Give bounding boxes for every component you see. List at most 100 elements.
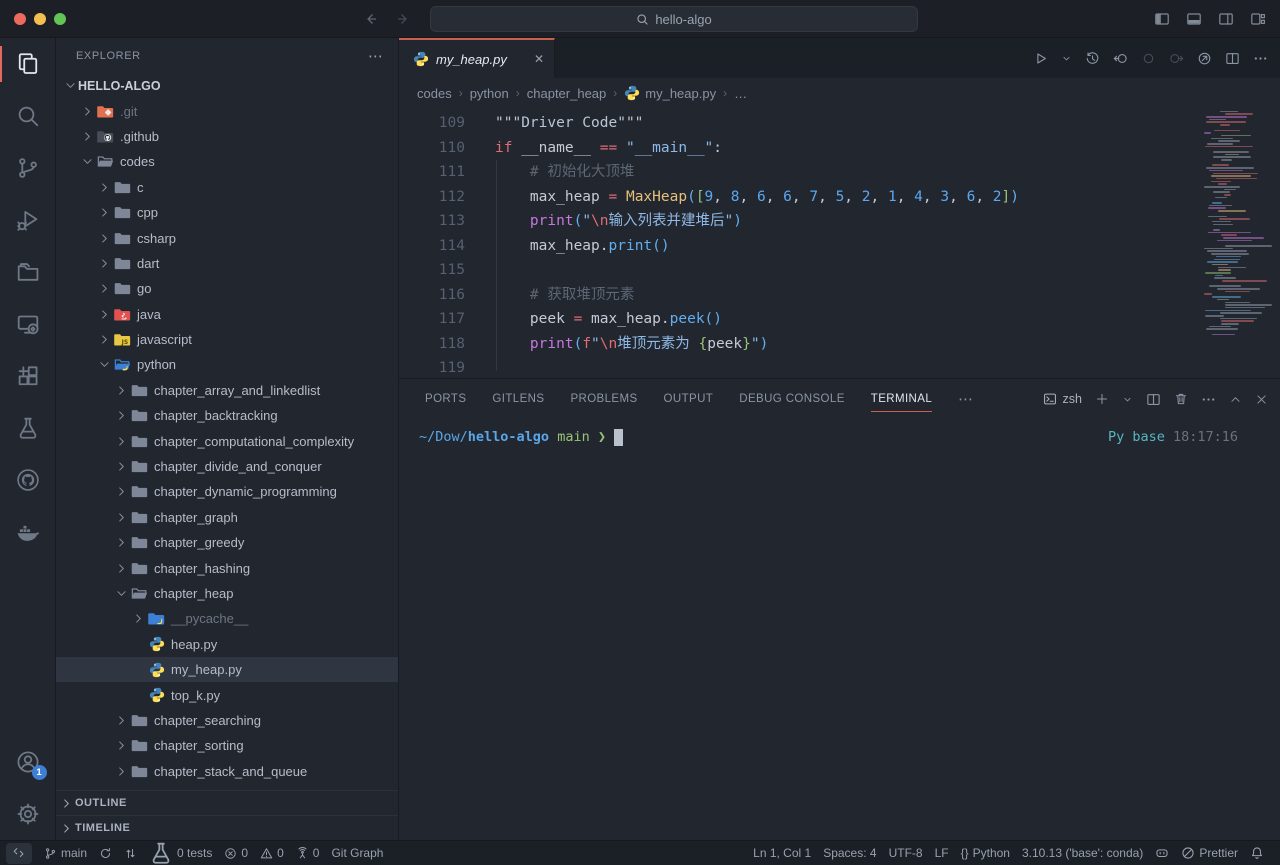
- tree-item-chapter-stack-and-queue[interactable]: chapter_stack_and_queue: [56, 759, 398, 784]
- statusbar-indentation[interactable]: Spaces: 4: [817, 843, 882, 864]
- forward-icon[interactable]: [396, 11, 412, 27]
- activity-settings-icon[interactable]: [0, 788, 56, 840]
- terminal[interactable]: ~/Dow/hello-algo main ❯ Py base 18:17:16: [399, 419, 1280, 840]
- statusbar-remote-indicator[interactable]: [6, 843, 32, 864]
- breadcrumb-item[interactable]: chapter_heap: [527, 86, 607, 101]
- statusbar-copilot[interactable]: [1149, 843, 1175, 864]
- panel-tabs-more-icon[interactable]: ⋯: [958, 390, 974, 408]
- statusbar-eol[interactable]: LF: [929, 843, 955, 864]
- caret-up-icon[interactable]: [1229, 393, 1242, 406]
- tree-item--git[interactable]: .git: [56, 98, 398, 123]
- tab-close-icon[interactable]: ✕: [534, 52, 544, 66]
- tree-item-chapter-sorting[interactable]: chapter_sorting: [56, 733, 398, 758]
- tree-item-chapter-heap[interactable]: chapter_heap: [56, 581, 398, 606]
- statusbar-git-branch[interactable]: main: [38, 843, 93, 864]
- panel-tab-gitlens[interactable]: GITLENS: [492, 379, 544, 419]
- chevdown-sm-icon[interactable]: [1061, 53, 1072, 64]
- tree-item-chapter-searching[interactable]: chapter_searching: [56, 708, 398, 733]
- activity-source-control-icon[interactable]: [0, 142, 56, 194]
- tree-item-codes[interactable]: codes: [56, 149, 398, 174]
- section-timeline[interactable]: TIMELINE: [56, 815, 398, 840]
- circle-arrow-up-icon[interactable]: [1197, 51, 1212, 66]
- tree-item-hello-algo[interactable]: HELLO-ALGO: [56, 73, 398, 98]
- statusbar-git-graph[interactable]: Git Graph: [325, 843, 389, 864]
- split-icon[interactable]: [1225, 51, 1240, 66]
- activity-github-icon[interactable]: [0, 454, 56, 506]
- statusbar-git-sync[interactable]: [93, 843, 118, 864]
- tree-item-c[interactable]: c: [56, 175, 398, 200]
- split-icon[interactable]: [1146, 392, 1161, 407]
- back-icon[interactable]: [362, 11, 378, 27]
- tree-item-chapter-dynamic-programming[interactable]: chapter_dynamic_programming: [56, 479, 398, 504]
- history-icon[interactable]: [1085, 51, 1100, 66]
- breadcrumb-item[interactable]: …: [734, 86, 747, 101]
- panel-tab-debug-console[interactable]: DEBUG CONSOLE: [739, 379, 845, 419]
- section-outline[interactable]: OUTLINE: [56, 790, 398, 815]
- tree-item-javascript[interactable]: JSjavascript: [56, 327, 398, 352]
- tree-item-heap-py[interactable]: heap.py: [56, 632, 398, 657]
- trash-icon[interactable]: [1174, 392, 1188, 406]
- tree-item-chapter-greedy[interactable]: chapter_greedy: [56, 530, 398, 555]
- zoom-window-button[interactable]: [54, 13, 66, 25]
- minimap[interactable]: [1204, 108, 1268, 340]
- tree-item-dart[interactable]: dart: [56, 251, 398, 276]
- plus-icon[interactable]: [1095, 392, 1109, 406]
- ellipsis-icon[interactable]: [1253, 51, 1268, 66]
- tree-item-cpp[interactable]: cpp: [56, 200, 398, 225]
- circle-arrow-left-icon[interactable]: [1113, 51, 1128, 66]
- layout-customize-icon[interactable]: [1250, 11, 1266, 27]
- statusbar-ports[interactable]: 0: [290, 843, 326, 864]
- statusbar-warnings[interactable]: 0: [254, 843, 290, 864]
- code-editor[interactable]: 109"""Driver Code"""110if __name__ == "_…: [399, 108, 1280, 378]
- tree-item-go[interactable]: go: [56, 276, 398, 301]
- breadcrumb-item[interactable]: my_heap.py: [624, 85, 716, 101]
- panel-tab-ports[interactable]: PORTS: [425, 379, 466, 419]
- tree-item-my-heap-py[interactable]: my_heap.py: [56, 657, 398, 682]
- circle-icon[interactable]: [1141, 51, 1156, 66]
- statusbar-errors[interactable]: 0: [218, 843, 254, 864]
- tree-item-chapter-computational-complexity[interactable]: chapter_computational_complexity: [56, 428, 398, 453]
- close-x-icon[interactable]: [1255, 393, 1268, 406]
- command-center-search[interactable]: hello-algo: [430, 6, 918, 32]
- activity-remote-explorer-icon[interactable]: [0, 298, 56, 350]
- activity-testing-icon[interactable]: [0, 402, 56, 454]
- statusbar-language-mode[interactable]: {}Python: [955, 843, 1016, 864]
- tree-item-chapter-backtracking[interactable]: chapter_backtracking: [56, 403, 398, 428]
- activity-explorer-icon[interactable]: [0, 38, 56, 90]
- tree-item-python[interactable]: python: [56, 352, 398, 377]
- tree-item-chapter-divide-and-conquer[interactable]: chapter_divide_and_conquer: [56, 454, 398, 479]
- statusbar-tests[interactable]: 0 tests: [143, 843, 218, 864]
- circle-arrow-right-icon[interactable]: [1169, 51, 1184, 66]
- tree-item-chapter-hashing[interactable]: chapter_hashing: [56, 555, 398, 580]
- statusbar-encoding[interactable]: UTF-8: [883, 843, 929, 864]
- activity-run-debug-icon[interactable]: [0, 194, 56, 246]
- panel-tab-output[interactable]: OUTPUT: [664, 379, 714, 419]
- chevdown-icon[interactable]: [1122, 394, 1133, 405]
- tree-item-csharp[interactable]: csharp: [56, 225, 398, 250]
- terminal-instance-zsh[interactable]: zsh: [1043, 392, 1082, 406]
- play-icon[interactable]: [1033, 51, 1048, 66]
- statusbar-cursor-position[interactable]: Ln 1, Col 1: [747, 843, 817, 864]
- tab-my-heap[interactable]: my_heap.py ✕: [399, 38, 555, 78]
- activity-search-icon[interactable]: [0, 90, 56, 142]
- minimize-window-button[interactable]: [34, 13, 46, 25]
- breadcrumb-item[interactable]: python: [470, 86, 509, 101]
- activity-project-folder-icon[interactable]: [0, 246, 56, 298]
- panel-tab-problems[interactable]: PROBLEMS: [570, 379, 637, 419]
- layout-panel-icon[interactable]: [1186, 11, 1202, 27]
- panel-tab-terminal[interactable]: TERMINAL: [871, 379, 932, 419]
- activity-accounts-icon[interactable]: 1: [0, 736, 56, 788]
- layout-sidebar-icon[interactable]: [1154, 11, 1170, 27]
- activity-extensions-icon[interactable]: [0, 350, 56, 402]
- activity-docker-icon[interactable]: [0, 506, 56, 558]
- tree-item-java[interactable]: java: [56, 302, 398, 327]
- explorer-more-actions-icon[interactable]: ⋯: [368, 47, 384, 65]
- ellipsis-icon[interactable]: [1201, 392, 1216, 407]
- statusbar-notifications[interactable]: [1244, 843, 1270, 864]
- breadcrumb-item[interactable]: codes: [417, 86, 452, 101]
- tree-item-top-k-py[interactable]: top_k.py: [56, 682, 398, 707]
- close-window-button[interactable]: [14, 13, 26, 25]
- tree-item--github[interactable]: .github: [56, 124, 398, 149]
- statusbar-python-interpreter[interactable]: 3.10.13 ('base': conda): [1016, 843, 1149, 864]
- layout-sidebar-right-icon[interactable]: [1218, 11, 1234, 27]
